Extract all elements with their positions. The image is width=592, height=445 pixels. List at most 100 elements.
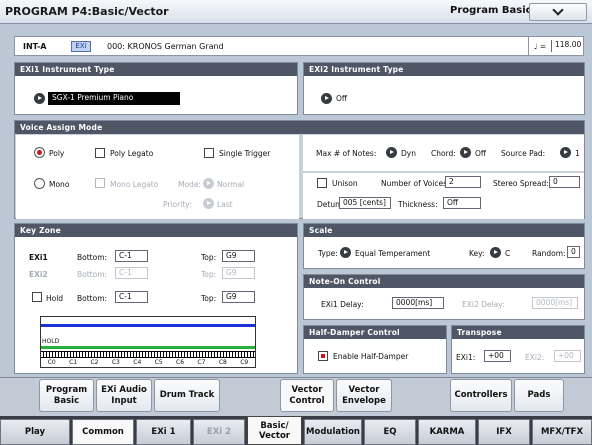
- mono-label: Mono: [49, 180, 70, 189]
- transpose-exi1-label: EXi1:: [456, 353, 476, 362]
- note-on-header: Note-On Control: [304, 275, 584, 288]
- tab-mfx-tfx[interactable]: MFX/TFX: [532, 419, 592, 445]
- hold-zone-bar: [41, 346, 255, 349]
- transpose-exi1-field[interactable]: +00: [484, 350, 511, 362]
- random-field[interactable]: 0: [567, 246, 580, 258]
- unison-label: Unison: [332, 179, 358, 188]
- mode-value[interactable]: Normal: [217, 180, 244, 189]
- chord-popup-icon[interactable]: [460, 147, 471, 158]
- hold-label: Hold: [46, 294, 64, 303]
- exi2-delay-field[interactable]: 0000[ms]: [532, 297, 578, 309]
- tab-vector-control[interactable]: Vector Control: [280, 379, 334, 412]
- scale-key-label: Key:: [469, 249, 485, 258]
- octave-labels: C0 C1 C2 C3 C4 C5 C6 C7 C8 C9: [41, 359, 255, 367]
- tempo-field[interactable]: ♩ = 118.00: [528, 36, 584, 56]
- program-bank: INT-A: [23, 42, 47, 51]
- tab-exi1[interactable]: EXi 1: [136, 419, 191, 445]
- priority-value[interactable]: Last: [217, 200, 233, 209]
- exi2-top-field[interactable]: G9: [222, 267, 255, 279]
- detune-field[interactable]: 005 [cents]: [339, 197, 391, 209]
- scale-type-value[interactable]: Equal Temperament: [355, 249, 430, 258]
- page-menu-button[interactable]: [529, 3, 587, 21]
- octave-label: C0: [47, 359, 56, 366]
- exi1-type-popup-icon[interactable]: [34, 93, 45, 104]
- exi2-type-popup-icon[interactable]: [321, 93, 332, 104]
- num-voices-field[interactable]: 2: [445, 176, 481, 188]
- octave-label: C9: [240, 359, 249, 366]
- poly-label: Poly: [49, 149, 65, 158]
- half-damper-label: Enable Half-Damper: [333, 352, 409, 361]
- exi1-type-value[interactable]: SGX-1 Premium Piano: [48, 92, 180, 105]
- tab-play[interactable]: Play: [0, 419, 70, 445]
- tab-basic-vector[interactable]: Basic/ Vector: [247, 416, 302, 445]
- tab-pads[interactable]: Pads: [514, 379, 564, 412]
- tab-common[interactable]: Common: [72, 419, 134, 445]
- chevron-down-icon: [552, 4, 564, 16]
- hold-checkbox[interactable]: [32, 292, 42, 302]
- mono-legato-checkbox[interactable]: [95, 178, 105, 188]
- voice-assign-header: Voice Assign Mode: [15, 121, 584, 134]
- transpose-exi2-field[interactable]: +00: [554, 350, 581, 362]
- scale-key-popup-icon[interactable]: [490, 247, 501, 258]
- tab-karma[interactable]: KARMA: [418, 419, 476, 445]
- title-bar: PROGRAM P4:Basic/Vector Program Basic: [0, 0, 592, 24]
- mono-legato-label: Mono Legato: [110, 180, 159, 189]
- program-select[interactable]: INT-A EXi 000: KRONOS German Grand: [14, 36, 584, 56]
- tab-ifx[interactable]: IFX: [478, 419, 530, 445]
- max-notes-value[interactable]: Dyn: [401, 149, 416, 158]
- tab-controllers[interactable]: Controllers: [450, 379, 512, 412]
- half-damper-panel: Half-Damper Control Enable Half-Damper: [303, 325, 447, 374]
- scale-key-value[interactable]: C: [505, 249, 510, 258]
- hold-bottom-field[interactable]: C-1: [115, 291, 148, 303]
- half-damper-checkbox[interactable]: [318, 351, 328, 361]
- poly-legato-checkbox[interactable]: [95, 148, 105, 158]
- source-pad-popup-icon[interactable]: [560, 147, 571, 158]
- exi2-bottom-field[interactable]: C-1: [115, 267, 148, 279]
- single-trigger-checkbox[interactable]: [204, 148, 214, 158]
- exi1-top-label: Top:: [201, 253, 217, 262]
- stereo-spread-field[interactable]: 0: [549, 176, 580, 188]
- mono-radio[interactable]: [34, 178, 45, 189]
- tab-modulation[interactable]: Modulation: [304, 419, 362, 445]
- max-notes-label: Max # of Notes:: [316, 149, 377, 158]
- num-voices-label: Number of Voices:: [381, 179, 450, 188]
- tab-drum-track[interactable]: Drum Track: [154, 379, 220, 412]
- priority-popup-icon[interactable]: [203, 198, 214, 209]
- key-zone-panel: Key Zone EXi1 Bottom: C-1 Top: G9 EXi2 B…: [14, 223, 298, 374]
- chord-label: Chord:: [431, 149, 456, 158]
- voice-assign-panel: Voice Assign Mode Poly Poly Legato Singl…: [14, 120, 585, 219]
- exi1-bottom-label: Bottom:: [77, 253, 108, 262]
- scale-header: Scale: [304, 224, 584, 237]
- hold-top-field[interactable]: G9: [222, 291, 255, 303]
- hold-top-label: Top:: [201, 294, 217, 303]
- unison-checkbox[interactable]: [317, 178, 327, 188]
- transpose-panel: Transpose EXi1: +00 EXi2: +00: [451, 325, 585, 374]
- tab-program-basic[interactable]: Program Basic: [39, 379, 94, 412]
- tab-exi2[interactable]: EXi 2: [193, 419, 245, 445]
- scale-panel: Scale Type: Equal Temperament Key: C Ran…: [303, 223, 585, 269]
- tempo-value: 118.00: [551, 40, 581, 52]
- tempo-label: ♩ =: [534, 42, 547, 51]
- poly-radio[interactable]: [34, 147, 45, 158]
- key-zone-header: Key Zone: [15, 224, 297, 237]
- program-name: 000: KRONOS German Grand: [107, 42, 224, 51]
- exi2-top-label: Top:: [201, 270, 217, 279]
- tab-eq[interactable]: EQ: [364, 419, 416, 445]
- tab-exi-audio-input[interactable]: EXi Audio Input: [96, 379, 152, 412]
- exi1-delay-field[interactable]: 0000[ms]: [392, 297, 444, 309]
- chord-value[interactable]: Off: [475, 149, 486, 158]
- half-damper-header: Half-Damper Control: [304, 326, 446, 339]
- mode-popup-icon[interactable]: [203, 178, 214, 189]
- exi1-bottom-field[interactable]: C-1: [115, 250, 148, 262]
- source-pad-value[interactable]: 1: [575, 149, 580, 158]
- octave-label: C5: [154, 359, 163, 366]
- octave-label: C4: [133, 359, 142, 366]
- max-notes-popup-icon[interactable]: [386, 147, 397, 158]
- thickness-field[interactable]: Off: [443, 197, 481, 209]
- octave-label: C2: [90, 359, 99, 366]
- exi1-top-field[interactable]: G9: [222, 250, 255, 262]
- exi2-type-value[interactable]: Off: [336, 94, 347, 103]
- thickness-label: Thickness:: [398, 200, 438, 209]
- tab-vector-envelope[interactable]: Vector Envelope: [336, 379, 392, 412]
- scale-type-popup-icon[interactable]: [340, 247, 351, 258]
